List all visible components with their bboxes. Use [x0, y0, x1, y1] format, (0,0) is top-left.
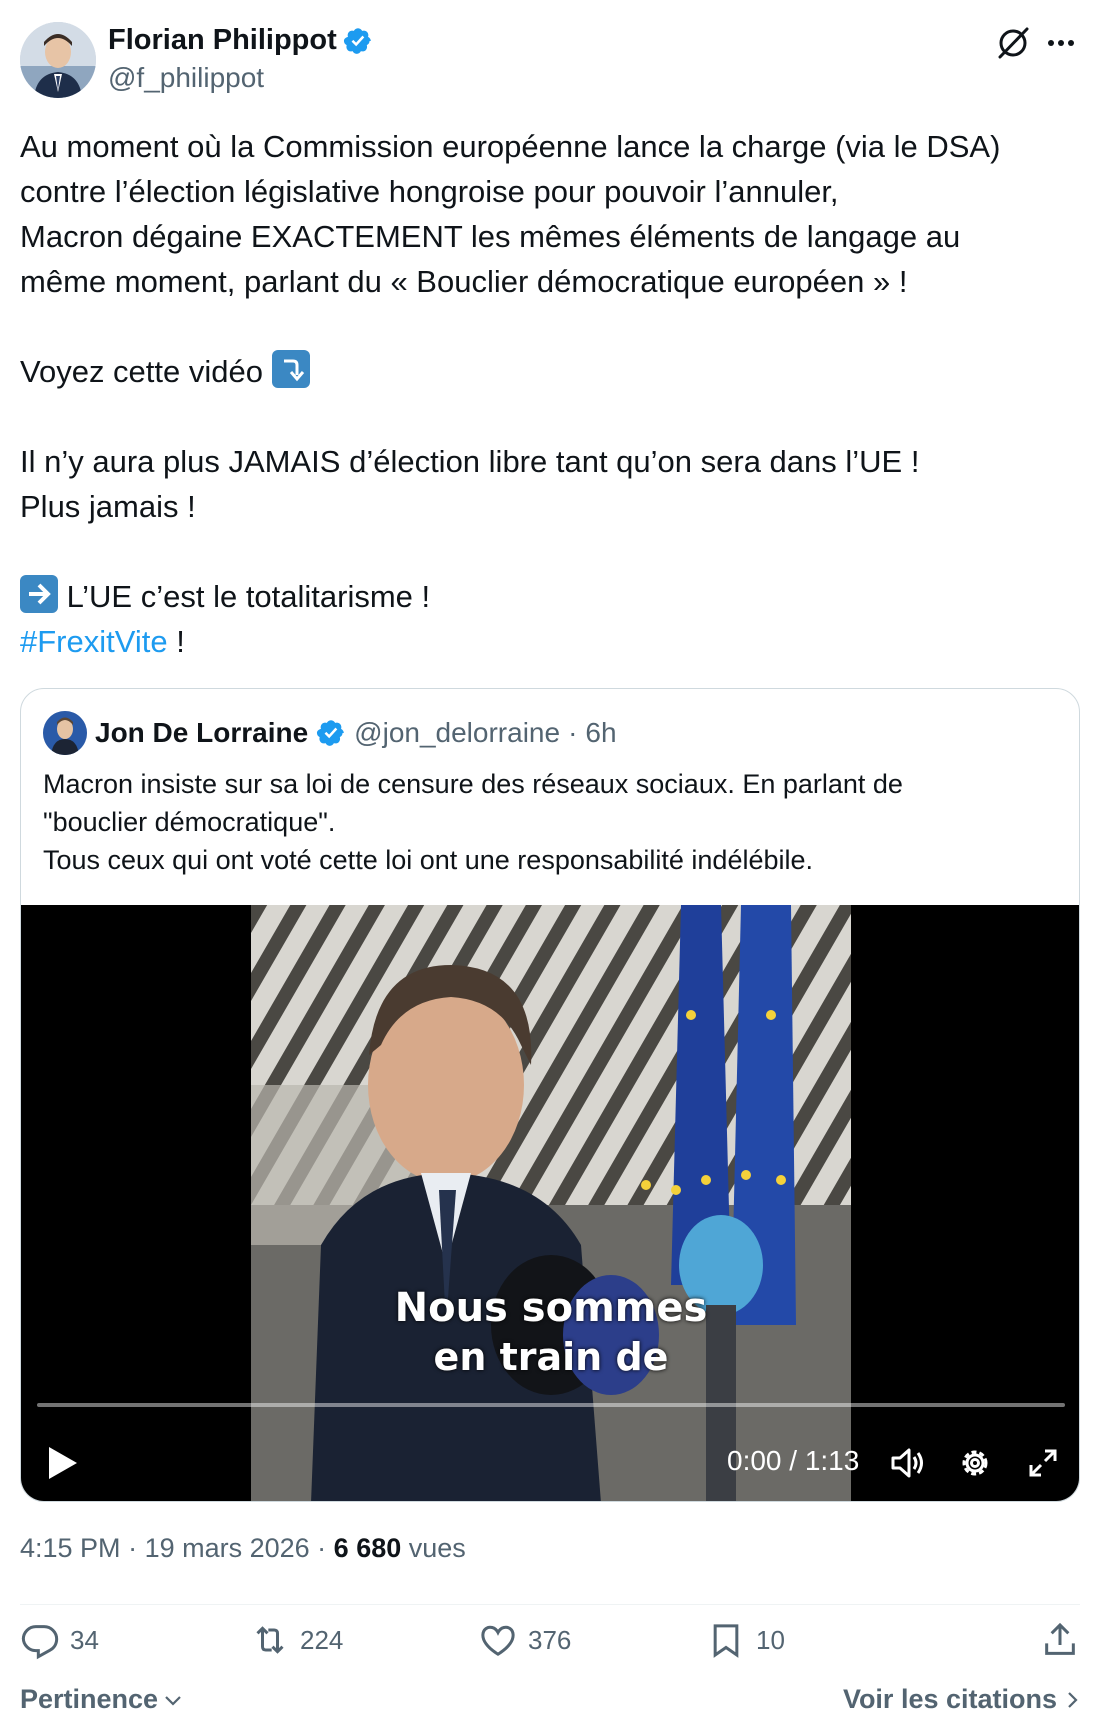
- reply-count: 34: [70, 1624, 99, 1655]
- reply-icon: [21, 1625, 59, 1660]
- video-line-text: Voyez cette vidéo: [20, 354, 263, 389]
- view-quotes-label: Voir les citations: [842, 1684, 1057, 1714]
- reply-button[interactable]: 34: [20, 1620, 99, 1660]
- video-caption-line2: en train de: [433, 1335, 669, 1379]
- quoted-age[interactable]: 6h: [585, 717, 616, 749]
- bookmark-button[interactable]: 10: [706, 1620, 785, 1660]
- divider: [20, 1604, 1080, 1605]
- quoted-separator: ·: [568, 717, 578, 748]
- like-count: 376: [528, 1624, 572, 1655]
- repost-count: 224: [300, 1624, 344, 1655]
- quoted-author-avatar[interactable]: [43, 711, 87, 755]
- video-player[interactable]: Nous sommes en train de 0:00 / 1:13: [21, 905, 1079, 1501]
- post-line: Il n’y aura plus JAMAIS d’élection libre…: [20, 444, 920, 479]
- meta-separator: ·: [120, 1533, 145, 1563]
- author-name[interactable]: Florian Philippot: [108, 24, 337, 57]
- view-count: 6 680: [333, 1533, 402, 1563]
- quoted-line: Tous ceux qui ont voté cette loi ont une…: [43, 845, 814, 875]
- quoted-line: "bouclier démocratique".: [43, 807, 336, 837]
- quoted-text: Macron insiste sur sa loi de censure des…: [43, 765, 1053, 879]
- volume-muted-icon[interactable]: [887, 1443, 927, 1483]
- post-line: même moment, parlant du « Bouclier démoc…: [20, 264, 908, 299]
- post-meta: 4:15 PM · 19 mars 2026 · 6 680 vues: [20, 1533, 466, 1564]
- chevron-down-icon: [165, 1695, 181, 1706]
- meta-separator: ·: [309, 1533, 334, 1563]
- share-button[interactable]: [1040, 1620, 1080, 1660]
- post-line: Plus jamais !: [20, 489, 196, 524]
- repost-button[interactable]: 224: [250, 1620, 343, 1660]
- author-handle[interactable]: @f_philippot: [108, 62, 264, 94]
- hashtag-suffix: !: [167, 624, 185, 659]
- post-date[interactable]: 19 mars 2026: [145, 1533, 310, 1563]
- quoted-author-handle[interactable]: @jon_delorraine: [354, 717, 560, 749]
- share-icon: [1045, 1622, 1075, 1655]
- grok-icon[interactable]: [994, 24, 1032, 62]
- view-quotes-link[interactable]: Voir les citations: [843, 1684, 1081, 1715]
- quoted-post[interactable]: Jon De Lorraine @jon_delorraine · 6h Mac…: [20, 688, 1080, 1502]
- fullscreen-icon[interactable]: [1023, 1443, 1063, 1483]
- more-options-icon[interactable]: [1042, 24, 1080, 62]
- quoted-verified-badge-icon: [316, 718, 346, 748]
- quoted-line: Macron insiste sur sa loi de censure des…: [43, 769, 903, 799]
- post-line-video: Voyez cette vidéo: [20, 349, 1080, 394]
- settings-gear-icon[interactable]: [955, 1443, 995, 1483]
- bookmark-count: 10: [756, 1624, 785, 1655]
- totalitarian-text: L’UE c’est le totalitarisme !: [66, 579, 431, 614]
- video-progress-bar[interactable]: [37, 1403, 1065, 1407]
- sort-label: Pertinence: [20, 1684, 159, 1714]
- post-time[interactable]: 4:15 PM: [20, 1533, 121, 1563]
- repost-icon: [256, 1626, 284, 1654]
- post-header: Florian Philippot @f_philippot: [20, 22, 1080, 102]
- like-button[interactable]: 376: [478, 1620, 571, 1660]
- quoted-author-name[interactable]: Jon De Lorraine: [95, 717, 308, 749]
- video-frame: Nous sommes en train de: [251, 905, 851, 1501]
- chevron-right-icon: [1068, 1691, 1078, 1708]
- video-caption-line1: Nous sommes: [394, 1285, 708, 1331]
- post-line: contre l’élection législative hongroise …: [20, 174, 839, 209]
- action-bar: 34 224 376 10: [20, 1620, 1080, 1676]
- sort-dropdown[interactable]: Pertinence: [20, 1684, 184, 1715]
- video-time: 0:00 / 1:13: [727, 1445, 860, 1476]
- arrow-right-emoji-icon: [20, 575, 58, 613]
- heart-icon: [481, 1625, 515, 1656]
- arrow-down-emoji-icon: [271, 350, 310, 388]
- post-line: Macron dégaine EXACTEMENT les mêmes élém…: [20, 219, 961, 254]
- play-icon[interactable]: [45, 1443, 81, 1483]
- bookmark-icon: [713, 1624, 739, 1658]
- hashtag-link[interactable]: #FrexitVite: [20, 624, 168, 659]
- author-avatar[interactable]: [20, 22, 96, 98]
- views-label: vues: [401, 1533, 466, 1563]
- post-line-totalitarian: L’UE c’est le totalitarisme !: [20, 574, 1080, 619]
- verified-badge-icon[interactable]: [343, 26, 373, 56]
- post-text: Au moment où la Commission européenne la…: [20, 124, 1080, 664]
- post-line: Au moment où la Commission européenne la…: [20, 129, 1001, 164]
